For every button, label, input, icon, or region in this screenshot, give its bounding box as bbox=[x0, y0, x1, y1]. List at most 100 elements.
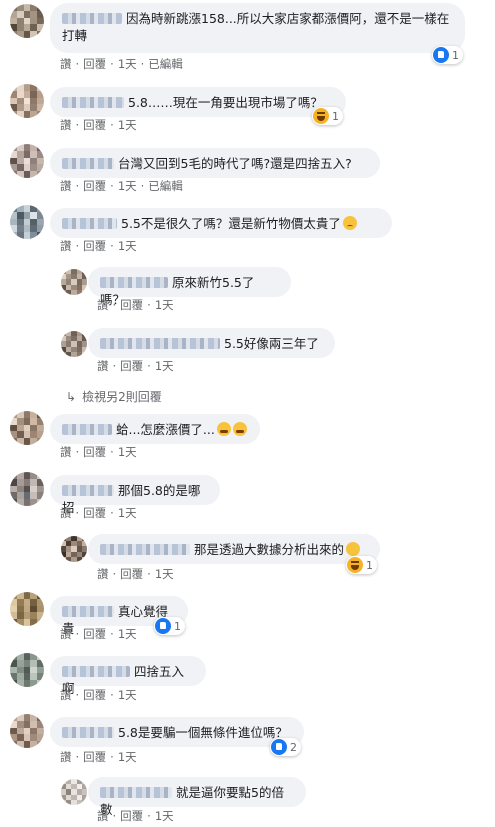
reply-button[interactable]: 回覆 bbox=[120, 359, 143, 373]
timestamp[interactable]: 1天 bbox=[118, 179, 137, 193]
comment-text: 台灣又回到5毛的時代了嗎?還是四捨五入? bbox=[118, 156, 352, 171]
reply-button[interactable]: 回覆 bbox=[83, 118, 106, 132]
avatar[interactable] bbox=[10, 472, 44, 506]
timestamp[interactable]: 1天 bbox=[118, 118, 137, 132]
comment-actions: 讚 · 回覆 · 1天 bbox=[97, 298, 174, 312]
commenter-name[interactable] bbox=[62, 424, 112, 435]
avatar[interactable] bbox=[10, 205, 44, 239]
comment-actions: 讚 · 回覆 · 1天 bbox=[97, 567, 174, 581]
comment-bubble: 5.8是要騙一個無條件進位嗎？ bbox=[50, 717, 304, 747]
commenter-name[interactable] bbox=[62, 158, 114, 169]
avatar[interactable] bbox=[10, 144, 44, 178]
reply-button[interactable]: 回覆 bbox=[83, 627, 106, 641]
reply-button[interactable]: 回覆 bbox=[120, 809, 143, 823]
comment-actions: 讚 · 回覆 · 1天 bbox=[60, 627, 137, 641]
comment-actions: 讚 · 回覆 · 1天 bbox=[60, 118, 137, 132]
timestamp[interactable]: 1天 bbox=[118, 627, 137, 641]
avatar[interactable] bbox=[10, 714, 44, 748]
like-button[interactable]: 讚 bbox=[97, 809, 109, 823]
commenter-name[interactable] bbox=[62, 606, 114, 617]
like-button[interactable]: 讚 bbox=[60, 445, 72, 459]
avatar[interactable] bbox=[10, 653, 44, 687]
timestamp[interactable]: 1天 bbox=[118, 688, 137, 702]
commenter-name[interactable] bbox=[62, 97, 124, 108]
comment-bubble: 那個5.8的是哪招 bbox=[50, 475, 220, 515]
comment-text: 5.8……現在一角要出現市場了嗎？ bbox=[128, 95, 323, 110]
comment-bubble: 蛤...怎麼漲價了... bbox=[50, 414, 260, 444]
timestamp[interactable]: 1天 bbox=[155, 359, 174, 373]
commenter-name[interactable] bbox=[100, 277, 168, 288]
like-button[interactable]: 讚 bbox=[97, 298, 109, 312]
avatar[interactable] bbox=[10, 84, 44, 118]
like-button[interactable]: 讚 bbox=[60, 688, 72, 702]
commenter-name[interactable] bbox=[62, 727, 114, 738]
comment-actions: 讚 · 回覆 · 1天 bbox=[60, 688, 137, 702]
reply-button[interactable]: 回覆 bbox=[120, 298, 143, 312]
commenter-name[interactable] bbox=[62, 666, 130, 677]
like-button[interactable]: 讚 bbox=[60, 239, 72, 253]
commenter-name[interactable] bbox=[100, 544, 190, 555]
edited-label: 已編輯 bbox=[148, 179, 183, 193]
like-button[interactable]: 讚 bbox=[60, 750, 72, 764]
comment-actions: 讚 · 回覆 · 1天 bbox=[60, 445, 137, 459]
comment-bubble: 原來新竹5.5了嗎？ bbox=[88, 267, 291, 307]
avatar[interactable] bbox=[10, 411, 44, 445]
reply-button[interactable]: 回覆 bbox=[83, 445, 106, 459]
timestamp[interactable]: 1天 bbox=[155, 567, 174, 581]
comment-bubble: 四捨五入啊 bbox=[50, 656, 206, 696]
comment-bubble: 5.5好像兩三年了 bbox=[88, 328, 335, 358]
timestamp[interactable]: 1天 bbox=[118, 506, 137, 520]
commenter-name[interactable] bbox=[100, 787, 172, 798]
avatar[interactable] bbox=[10, 592, 44, 626]
like-button[interactable]: 讚 bbox=[60, 627, 72, 641]
commenter-name[interactable] bbox=[62, 485, 114, 496]
reply-button[interactable]: 回覆 bbox=[120, 567, 143, 581]
comment-text: 那是透過大數據分析出來的 bbox=[194, 542, 345, 557]
reaction-count[interactable]: 1 bbox=[432, 46, 463, 64]
commenter-name[interactable] bbox=[62, 13, 122, 24]
comment-actions: 讚 · 回覆 · 1天 bbox=[97, 809, 174, 823]
like-button[interactable]: 讚 bbox=[60, 57, 72, 71]
haha-icon bbox=[313, 108, 329, 124]
avatar[interactable] bbox=[61, 269, 87, 295]
timestamp[interactable]: 1天 bbox=[118, 57, 137, 71]
like-button[interactable]: 讚 bbox=[60, 118, 72, 132]
like-icon bbox=[155, 618, 171, 634]
like-button[interactable]: 讚 bbox=[97, 567, 109, 581]
like-button[interactable]: 讚 bbox=[97, 359, 109, 373]
timestamp[interactable]: 1天 bbox=[155, 298, 174, 312]
comment-actions: 讚 · 回覆 · 1天 bbox=[60, 239, 137, 253]
avatar[interactable] bbox=[61, 779, 87, 805]
like-button[interactable]: 讚 bbox=[60, 179, 72, 193]
reply-arrow-icon: ↳ bbox=[66, 390, 77, 404]
reaction-count[interactable]: 1 bbox=[346, 556, 377, 574]
like-button[interactable]: 讚 bbox=[60, 506, 72, 520]
timestamp[interactable]: 1天 bbox=[118, 750, 137, 764]
timestamp[interactable]: 1天 bbox=[155, 809, 174, 823]
reply-button[interactable]: 回覆 bbox=[83, 506, 106, 520]
avatar[interactable] bbox=[61, 536, 87, 562]
avatar[interactable] bbox=[10, 4, 44, 38]
sad-emoji-icon bbox=[342, 216, 357, 230]
reaction-count[interactable]: 1 bbox=[312, 107, 343, 125]
reply-button[interactable]: 回覆 bbox=[83, 239, 106, 253]
reply-button[interactable]: 回覆 bbox=[83, 57, 106, 71]
comment-text: 5.8是要騙一個無條件進位嗎？ bbox=[118, 725, 288, 740]
crying-emoji-icon bbox=[232, 422, 247, 436]
reply-button[interactable]: 回覆 bbox=[83, 750, 106, 764]
rofl-emoji-icon bbox=[346, 542, 361, 556]
comment-actions: 讚 · 回覆 · 1天 · 已編輯 bbox=[60, 179, 183, 193]
comment-actions: 讚 · 回覆 · 1天 bbox=[97, 359, 174, 373]
timestamp[interactable]: 1天 bbox=[118, 445, 137, 459]
reply-button[interactable]: 回覆 bbox=[83, 179, 106, 193]
avatar[interactable] bbox=[61, 331, 87, 357]
commenter-name[interactable] bbox=[62, 218, 117, 229]
comment-text: 蛤...怎麼漲價了... bbox=[116, 422, 215, 437]
timestamp[interactable]: 1天 bbox=[118, 239, 137, 253]
comment-bubble: 就是逼你要點5的倍數 bbox=[88, 777, 306, 817]
reaction-count[interactable]: 1 bbox=[154, 617, 185, 635]
reaction-count[interactable]: 2 bbox=[270, 738, 301, 756]
reply-button[interactable]: 回覆 bbox=[83, 688, 106, 702]
commenter-name[interactable] bbox=[100, 338, 220, 349]
view-more-replies-link[interactable]: ↳ 檢視另2則回覆 bbox=[66, 388, 162, 405]
